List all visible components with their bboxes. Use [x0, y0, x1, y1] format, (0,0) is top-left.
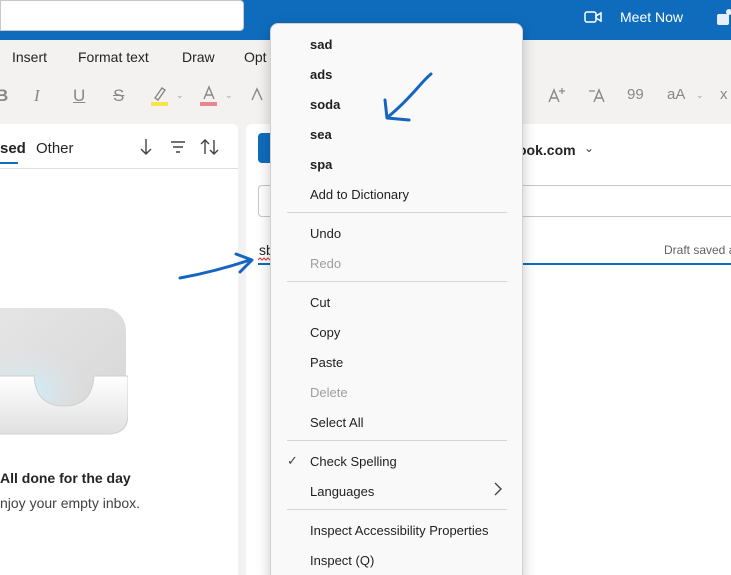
- quote-button[interactable]: 99: [627, 86, 644, 103]
- paste-item[interactable]: Paste: [310, 355, 343, 370]
- undo-item[interactable]: Undo: [310, 226, 341, 241]
- strikethrough-button[interactable]: S: [113, 86, 124, 106]
- suggestion-soda[interactable]: soda: [310, 97, 340, 112]
- sort-icon[interactable]: [200, 137, 220, 157]
- tab-draw[interactable]: Draw: [182, 49, 215, 65]
- chevron-down-icon[interactable]: ⌄: [225, 90, 233, 101]
- chevron-down-icon[interactable]: ⌄: [176, 90, 184, 101]
- clear-formatting-icon[interactable]: [248, 86, 268, 106]
- inspect-accessibility-item[interactable]: Inspect Accessibility Properties: [310, 523, 488, 538]
- empty-state-title: All done for the day: [0, 470, 131, 486]
- cut-item[interactable]: Cut: [310, 295, 330, 310]
- font-size-decrease-icon[interactable]: [588, 86, 608, 106]
- menu-separator: [287, 212, 507, 213]
- tab-focused[interactable]: sed: [0, 140, 26, 157]
- menu-separator: [287, 509, 507, 510]
- chevron-down-icon[interactable]: ⌄: [696, 90, 704, 101]
- font-size-increase-icon[interactable]: [547, 86, 567, 106]
- tab-options[interactable]: Opt: [244, 49, 267, 65]
- inbox-pane: sed Other All done for the day njoy your…: [0, 124, 238, 575]
- empty-inbox-tray-icon: [0, 308, 128, 435]
- check-spelling-item[interactable]: Check Spelling: [310, 454, 397, 469]
- arrow-down-icon[interactable]: [138, 137, 154, 157]
- underline-button[interactable]: U: [73, 86, 85, 106]
- menu-separator: [287, 440, 507, 441]
- meet-now-button[interactable]: Meet Now: [584, 7, 683, 27]
- bold-button[interactable]: B: [0, 86, 8, 106]
- delete-item: Delete: [310, 385, 348, 400]
- search-input[interactable]: [0, 0, 244, 31]
- meet-now-label: Meet Now: [620, 9, 684, 25]
- selected-tab-indicator: [0, 162, 18, 164]
- languages-item[interactable]: Languages: [310, 484, 374, 499]
- chevron-down-icon[interactable]: ⌄: [584, 141, 594, 155]
- suggestion-sea[interactable]: sea: [310, 127, 332, 142]
- divider: [0, 168, 238, 169]
- suggestion-spa[interactable]: spa: [310, 157, 332, 172]
- teams-icon[interactable]: [716, 8, 731, 26]
- change-case-button[interactable]: aA: [667, 86, 685, 103]
- highlight-icon[interactable]: [150, 85, 170, 107]
- suggestion-ads[interactable]: ads: [310, 67, 332, 82]
- font-color-icon[interactable]: [199, 85, 219, 107]
- tab-other[interactable]: Other: [36, 140, 74, 157]
- menu-separator: [287, 281, 507, 282]
- select-all-item[interactable]: Select All: [310, 415, 363, 430]
- copy-item[interactable]: Copy: [310, 325, 340, 340]
- redo-item: Redo: [310, 256, 342, 271]
- from-address[interactable]: ook.com: [518, 142, 576, 158]
- inspect-item[interactable]: Inspect (Q): [310, 553, 374, 568]
- draft-saved-status: Draft saved a: [664, 243, 731, 257]
- tab-format-text[interactable]: Format text: [78, 49, 149, 65]
- tab-insert[interactable]: Insert: [12, 49, 47, 65]
- italic-button[interactable]: I: [34, 86, 40, 106]
- superscript-button[interactable]: x: [720, 86, 728, 103]
- empty-state-subtitle: njoy your empty inbox.: [0, 495, 141, 511]
- spelling-context-menu: sad ads soda sea spa Add to Dictionary U…: [270, 23, 523, 575]
- chevron-right-icon: [494, 482, 502, 496]
- checkmark-icon: ✓: [287, 453, 298, 468]
- add-to-dictionary-item[interactable]: Add to Dictionary: [310, 187, 409, 202]
- suggestion-sad[interactable]: sad: [310, 37, 332, 52]
- video-camera-icon: [584, 11, 602, 23]
- filter-icon[interactable]: [170, 137, 186, 157]
